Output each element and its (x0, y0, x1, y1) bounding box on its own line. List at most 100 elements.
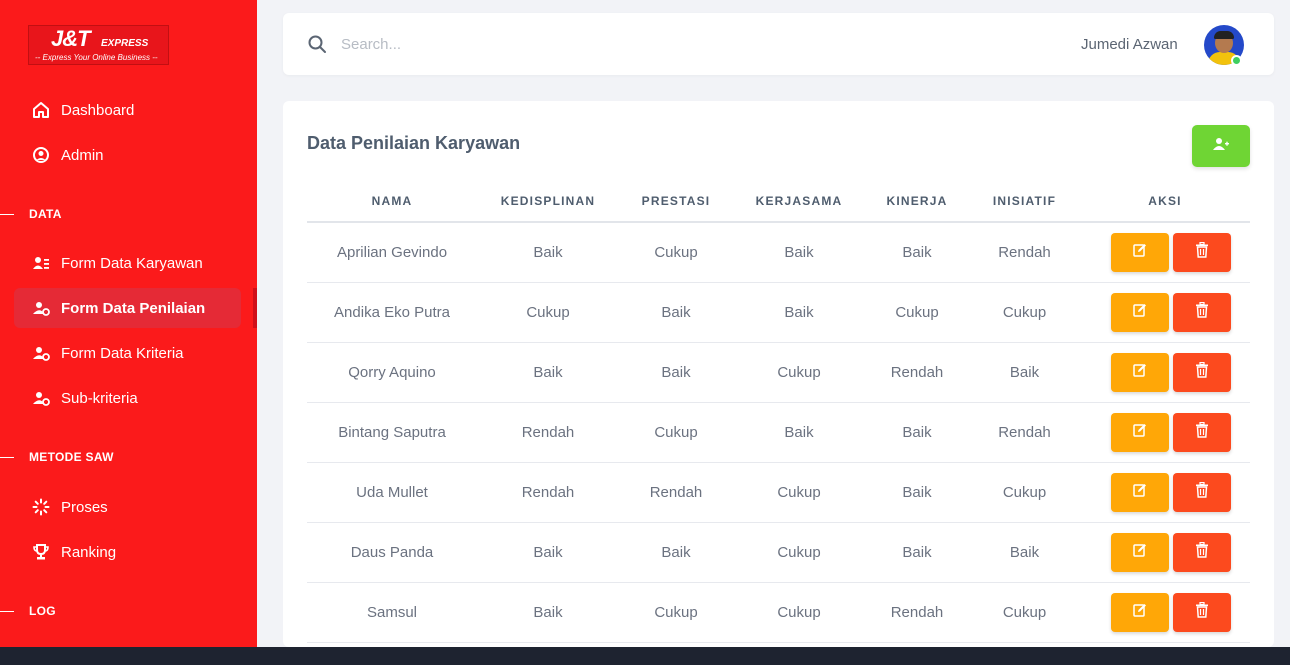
edit-icon (1133, 243, 1147, 261)
section-label: METODE SAW (29, 450, 114, 464)
active-indicator (253, 288, 257, 328)
cell-kinerja: Baik (865, 222, 969, 283)
jnt-logo[interactable]: J&T EXPRESS -- Express Your Online Busin… (28, 25, 169, 65)
cell-inisiatif: Rendah (969, 402, 1080, 463)
sidebar-item-dashboard[interactable]: Dashboard (14, 90, 241, 130)
cell-nama: Qorry Aquino (307, 342, 477, 403)
edit-icon (1133, 423, 1147, 441)
section-divider (0, 213, 14, 215)
trash-icon (1195, 601, 1209, 622)
cell-aksi (1080, 342, 1250, 403)
cell-aksi (1080, 522, 1250, 583)
search-icon[interactable] (307, 34, 327, 59)
delete-button[interactable] (1173, 352, 1231, 392)
sidebar-item-form-data-kriteria[interactable]: Form Data Kriteria (14, 333, 241, 373)
column-header-kedisiplinan[interactable]: KEDISPLINAN (477, 181, 619, 223)
trash-icon (1195, 242, 1209, 262)
delete-button[interactable] (1173, 532, 1231, 572)
table-row: Aprilian Gevindo Baik Cukup Baik Baik Rendah (307, 222, 1250, 283)
cell-nama: Bintang Saputra (307, 402, 477, 463)
sidebar-item-proses[interactable]: Proses (14, 487, 241, 527)
avatar-hair (1214, 31, 1234, 39)
section-divider (0, 456, 14, 458)
cell-aksi (1080, 462, 1250, 523)
user-gear-icon (32, 299, 50, 317)
row-actions (1080, 352, 1250, 392)
cell-kedisiplinan: Baik (477, 222, 619, 283)
cell-kinerja: Rendah (865, 342, 969, 403)
edit-button[interactable] (1111, 352, 1169, 392)
column-header-kerjasama[interactable]: KERJASAMA (733, 181, 865, 223)
cell-prestasi: Rendah (619, 462, 733, 523)
row-actions (1080, 532, 1250, 572)
cell-kerjasama: Cukup (733, 342, 865, 403)
user-circle-icon (32, 146, 50, 164)
cell-inisiatif: Cukup (969, 582, 1080, 643)
edit-button[interactable] (1111, 472, 1169, 512)
add-user-button[interactable] (1192, 125, 1250, 167)
edit-button[interactable] (1111, 232, 1169, 272)
table-row: Uda Mullet Rendah Rendah Cukup Baik Cukup (307, 462, 1250, 523)
column-header-aksi: AKSI (1080, 181, 1250, 223)
cell-kerjasama: Cukup (733, 582, 865, 643)
sidebar-item-label: Dashboard (61, 101, 135, 119)
cell-kinerja: Baik (865, 462, 969, 523)
cell-prestasi: Baik (619, 282, 733, 343)
delete-button[interactable] (1173, 412, 1231, 452)
cell-kerjasama: Cukup (733, 462, 865, 523)
cell-nama: Aprilian Gevindo (307, 222, 477, 283)
sidebar-item-form-data-karyawan[interactable]: Form Data Karyawan (14, 243, 241, 283)
delete-button[interactable] (1173, 472, 1231, 512)
edit-button[interactable] (1111, 412, 1169, 452)
logo-tagline: -- Express Your Online Business -- (35, 53, 158, 62)
cell-kinerja: Cukup (865, 282, 969, 343)
table-row: Qorry Aquino Baik Baik Cukup Rendah Baik (307, 342, 1250, 403)
cell-aksi (1080, 282, 1250, 343)
logo-express-text: EXPRESS (101, 38, 149, 49)
edit-icon (1133, 603, 1147, 621)
search-input[interactable] (341, 32, 561, 56)
cell-kerjasama: Cukup (733, 522, 865, 583)
sidebar-item-label: Sub-kriteria (61, 389, 138, 407)
cell-kerjasama: Baik (733, 282, 865, 343)
cell-prestasi: Baik (619, 522, 733, 583)
trash-icon (1195, 481, 1209, 502)
cell-prestasi: Cukup (619, 582, 733, 643)
column-header-kinerja[interactable]: KINERJA (865, 181, 969, 223)
edit-icon (1133, 483, 1147, 501)
cell-kedisiplinan: Baik (477, 582, 619, 643)
data-card: Data Penilaian Karyawan NAMA KEDISPLINAN… (283, 101, 1274, 647)
cell-nama: Andika Eko Putra (307, 282, 477, 343)
sidebar-item-sub-kriteria[interactable]: Sub-kriteria (14, 378, 241, 418)
table-row: Daus Panda Baik Baik Cukup Baik Baik (307, 522, 1250, 583)
trash-icon (1195, 421, 1209, 442)
delete-button[interactable] (1173, 232, 1231, 272)
cell-kinerja: Rendah (865, 582, 969, 643)
column-header-prestasi[interactable]: PRESTASI (619, 181, 733, 223)
trash-icon (1195, 301, 1209, 322)
sidebar-item-form-data-penilaian[interactable]: Form Data Penilaian (14, 288, 241, 328)
row-actions (1080, 472, 1250, 512)
cell-aksi (1080, 402, 1250, 463)
sidebar-item-label: Ranking (61, 543, 117, 561)
cell-kedisiplinan: Baik (477, 342, 619, 403)
delete-button[interactable] (1173, 292, 1231, 332)
trash-icon (1195, 361, 1209, 382)
edit-button[interactable] (1111, 592, 1169, 632)
cell-aksi (1080, 222, 1250, 283)
user-plus-icon (1213, 137, 1229, 156)
edit-icon (1133, 303, 1147, 321)
sidebar-item-ranking[interactable]: Ranking (14, 532, 241, 572)
user-name[interactable]: Jumedi Azwan (1081, 36, 1178, 53)
edit-button[interactable] (1111, 292, 1169, 332)
cell-kinerja: Baik (865, 402, 969, 463)
os-taskbar (0, 647, 1290, 665)
cell-kinerja: Baik (865, 522, 969, 583)
edit-button[interactable] (1111, 532, 1169, 572)
delete-button[interactable] (1173, 592, 1231, 632)
row-actions (1080, 292, 1250, 332)
sidebar-item-admin[interactable]: Admin (14, 135, 241, 175)
column-header-nama[interactable]: NAMA (307, 181, 477, 223)
column-header-inisiatif[interactable]: INISIATIF (969, 181, 1080, 223)
cell-prestasi: Cukup (619, 222, 733, 283)
